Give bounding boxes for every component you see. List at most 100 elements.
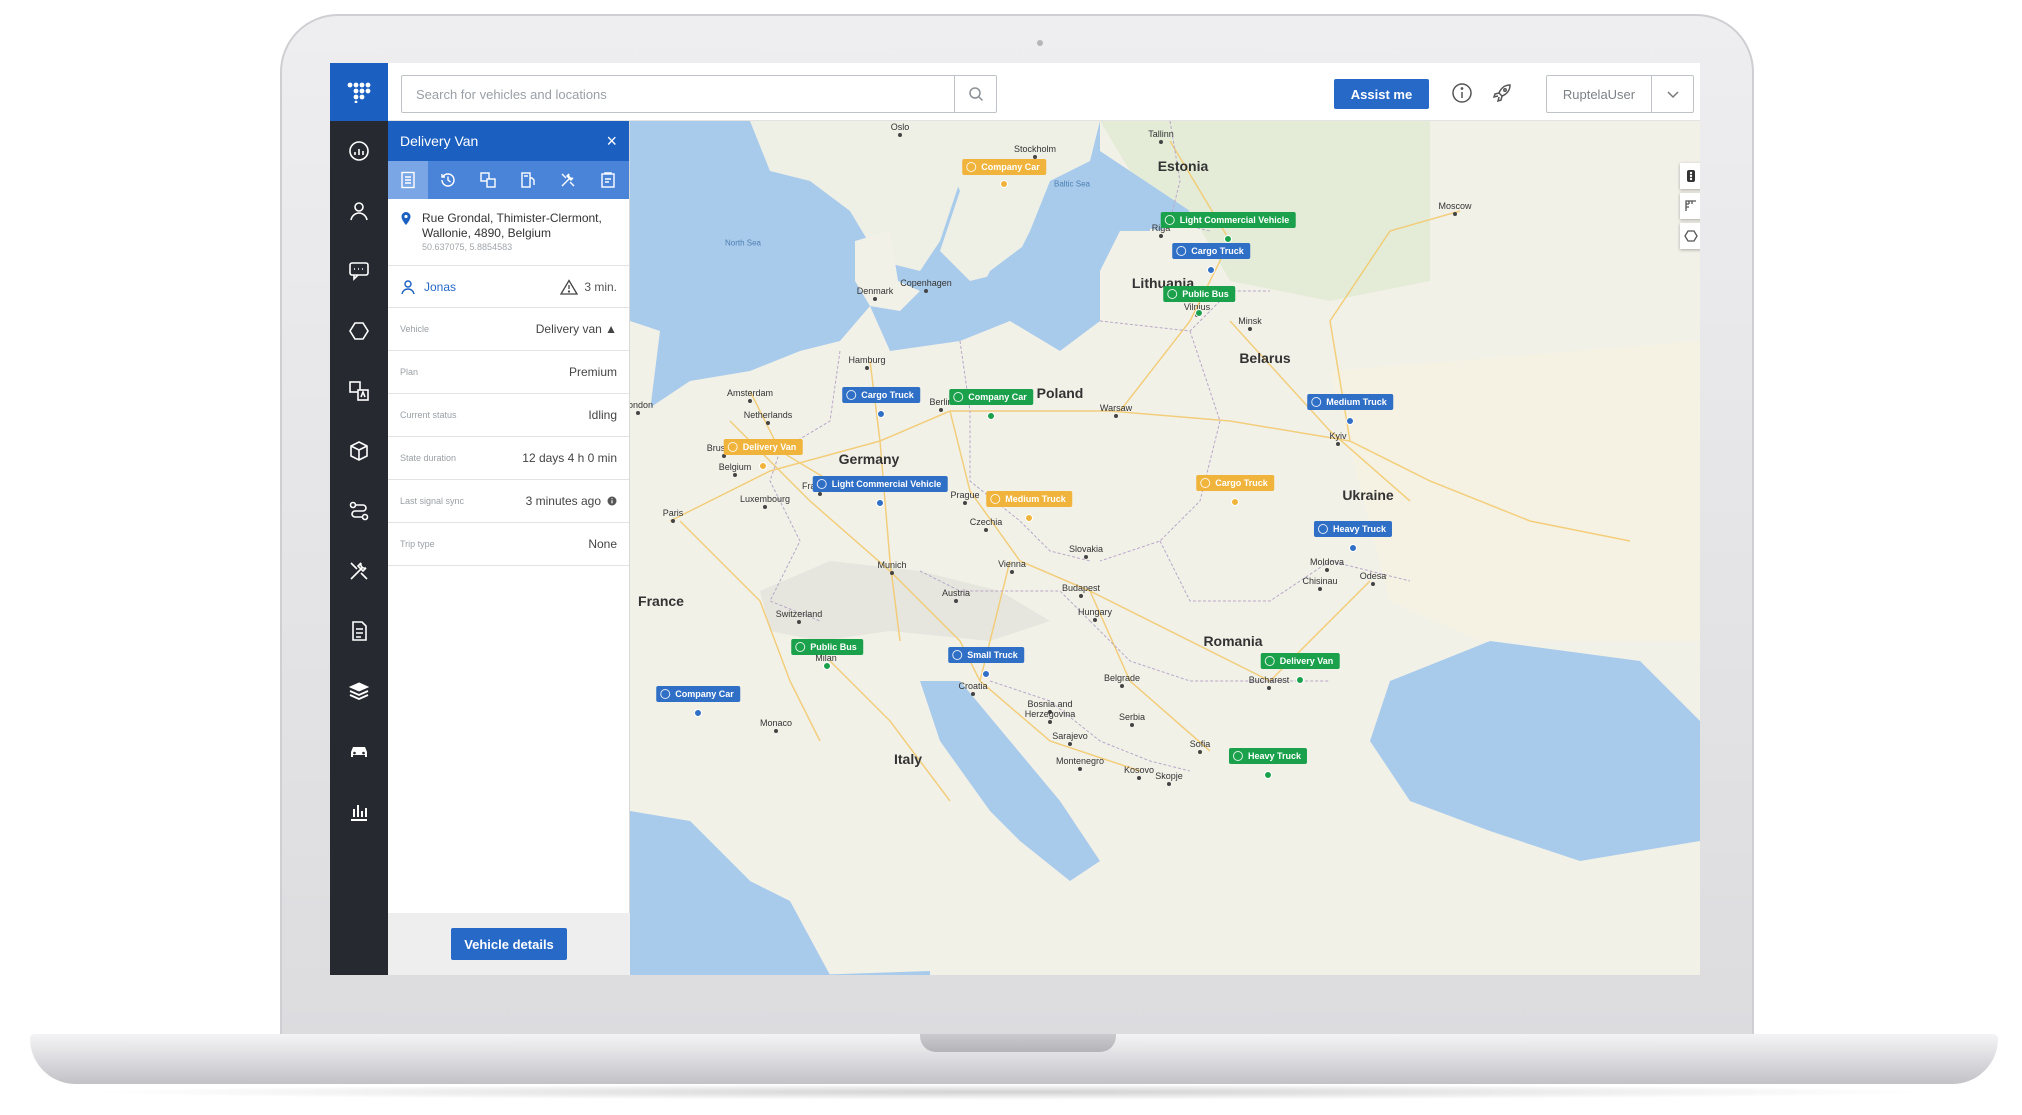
vehicle-position-dot[interactable] <box>823 662 831 670</box>
traffic-light-icon <box>1687 170 1695 182</box>
launch-button[interactable] <box>1488 79 1516 107</box>
vehicle-marker-label[interactable]: Heavy Truck <box>1313 521 1393 537</box>
city-dot <box>865 366 869 370</box>
nav-geozones[interactable] <box>330 307 388 355</box>
vehicle-name: Light Commercial Vehicle <box>1179 215 1290 225</box>
vehicle-name: Cargo Truck <box>1215 478 1268 488</box>
vehicle-marker-label[interactable]: Medium Truck <box>986 491 1072 507</box>
vehicle-marker-label[interactable]: Company Car <box>949 389 1033 405</box>
vehicle-position-dot[interactable] <box>987 412 995 420</box>
hexagon-icon <box>1684 230 1698 242</box>
app-logo[interactable] <box>330 63 388 121</box>
vehicle-marker-label[interactable]: Light Commercial Vehicle <box>812 476 948 492</box>
vehicle-position-dot[interactable] <box>1296 676 1304 684</box>
nav-dashboard[interactable] <box>330 127 388 175</box>
location-pin-icon <box>401 212 411 225</box>
map-geofence-control[interactable] <box>1680 223 1700 249</box>
vehicle-position-dot[interactable] <box>694 709 702 717</box>
city-label: Moldova <box>1309 557 1345 567</box>
panel-tabs <box>388 161 629 199</box>
vehicle-marker-label[interactable]: Medium Truck <box>1307 394 1393 410</box>
nav-drivers[interactable] <box>330 187 388 235</box>
vehicle-marker-label[interactable]: Public Bus <box>791 639 863 655</box>
vehicle-marker-label[interactable]: Cargo Truck <box>1172 243 1250 259</box>
nav-translate[interactable] <box>330 367 388 415</box>
vehicle-marker-label[interactable]: Light Commercial Vehicle <box>1160 212 1296 228</box>
vehicle-position-dot[interactable] <box>982 670 990 678</box>
vehicle-position-dot[interactable] <box>1231 498 1239 506</box>
assist-me-button[interactable]: Assist me <box>1334 79 1429 109</box>
laptop-notch <box>920 1034 1116 1052</box>
country-label: France <box>638 593 684 609</box>
row-label: State duration <box>400 453 457 463</box>
nav-layers[interactable] <box>330 667 388 715</box>
vehicle-marker-label[interactable]: Public Bus <box>1163 286 1235 302</box>
nav-cargo[interactable] <box>330 427 388 475</box>
map-layers-control[interactable] <box>1680 163 1700 189</box>
city-dot <box>1159 234 1163 238</box>
vehicle-position-dot[interactable] <box>759 462 767 470</box>
search-input[interactable] <box>402 76 954 112</box>
vehicle-marker-label[interactable]: Heavy Truck <box>1228 748 1308 764</box>
vehicle-position-dot[interactable] <box>1207 266 1215 274</box>
document-icon <box>352 621 367 641</box>
vehicle-position-dot[interactable] <box>1000 180 1008 188</box>
nav-vehicles[interactable] <box>330 727 388 775</box>
vehicle-position-dot[interactable] <box>1195 309 1203 317</box>
vehicle-icon <box>1167 289 1178 299</box>
city-label: Sarajevo <box>1052 731 1088 741</box>
vehicle-icon <box>1164 215 1175 225</box>
tab-fuel[interactable] <box>508 161 548 199</box>
map-view[interactable]: Estonia Lithuania Belarus Poland Germany Ukra… <box>630 121 1700 975</box>
ruler-icon <box>1685 200 1696 211</box>
vehicle-position-dot[interactable] <box>1264 771 1272 779</box>
info-small-icon[interactable] <box>607 496 617 506</box>
vehicle-marker-label[interactable]: Delivery Van <box>723 439 803 455</box>
vehicle-selector[interactable]: Delivery van ▲ <box>536 322 617 336</box>
route-icon <box>349 501 369 521</box>
laptop-camera <box>1037 40 1043 46</box>
vehicle-position-dot[interactable] <box>1346 417 1354 425</box>
nav-messages[interactable] <box>330 247 388 295</box>
vehicle-name: Medium Truck <box>1326 397 1387 407</box>
user-menu[interactable]: RuptelaUser <box>1546 75 1694 113</box>
warning-icon <box>560 278 579 295</box>
vehicle-marker-label[interactable]: Small Truck <box>948 647 1024 663</box>
vehicle-details-button[interactable]: Vehicle details <box>451 928 567 960</box>
vehicle-position-dot[interactable] <box>1224 235 1232 243</box>
vehicle-marker-label[interactable]: Company Car <box>962 159 1046 175</box>
vehicle-marker-label[interactable]: Cargo Truck <box>842 387 920 403</box>
vehicle-icon <box>1232 751 1243 761</box>
vehicle-marker-label[interactable]: Company Car <box>656 686 740 702</box>
nav-maintenance[interactable] <box>330 547 388 595</box>
map-measure-control[interactable] <box>1680 193 1700 219</box>
city-label: Copenhagen <box>900 278 952 288</box>
row-label: Plan <box>400 367 419 377</box>
info-button[interactable] <box>1448 79 1476 107</box>
row-current-status: Current status Idling <box>388 394 629 437</box>
app-screen: Assist me RuptelaUser Delivery Van × <box>330 63 1700 975</box>
driver-name-link[interactable]: Jonas <box>424 280 560 294</box>
vehicle-position-dot[interactable] <box>876 499 884 507</box>
tab-history[interactable] <box>428 161 468 199</box>
city-label: Montenegro <box>1055 756 1105 766</box>
vehicle-position-dot[interactable] <box>1025 514 1033 522</box>
tab-tasks[interactable] <box>588 161 628 199</box>
vehicle-marker-label[interactable]: Cargo Truck <box>1196 475 1274 491</box>
city-label: Switzerland <box>775 609 823 619</box>
tab-info[interactable] <box>388 161 428 199</box>
nav-routes[interactable] <box>330 487 388 535</box>
tab-maintenance[interactable] <box>548 161 588 199</box>
user-menu-toggle[interactable] <box>1651 76 1693 112</box>
nav-reports[interactable] <box>330 607 388 655</box>
city-label: Tallinn <box>1148 129 1174 139</box>
search-button[interactable] <box>954 76 996 112</box>
tab-translate[interactable] <box>468 161 508 199</box>
vehicle-marker-label[interactable]: Delivery Van <box>1260 653 1340 669</box>
city-label: Austria <box>941 588 971 598</box>
nav-analytics[interactable] <box>330 787 388 835</box>
close-icon[interactable]: × <box>606 132 617 150</box>
vehicle-position-dot[interactable] <box>877 410 885 418</box>
vehicle-position-dot[interactable] <box>1349 544 1357 552</box>
row-value: None <box>588 537 617 551</box>
